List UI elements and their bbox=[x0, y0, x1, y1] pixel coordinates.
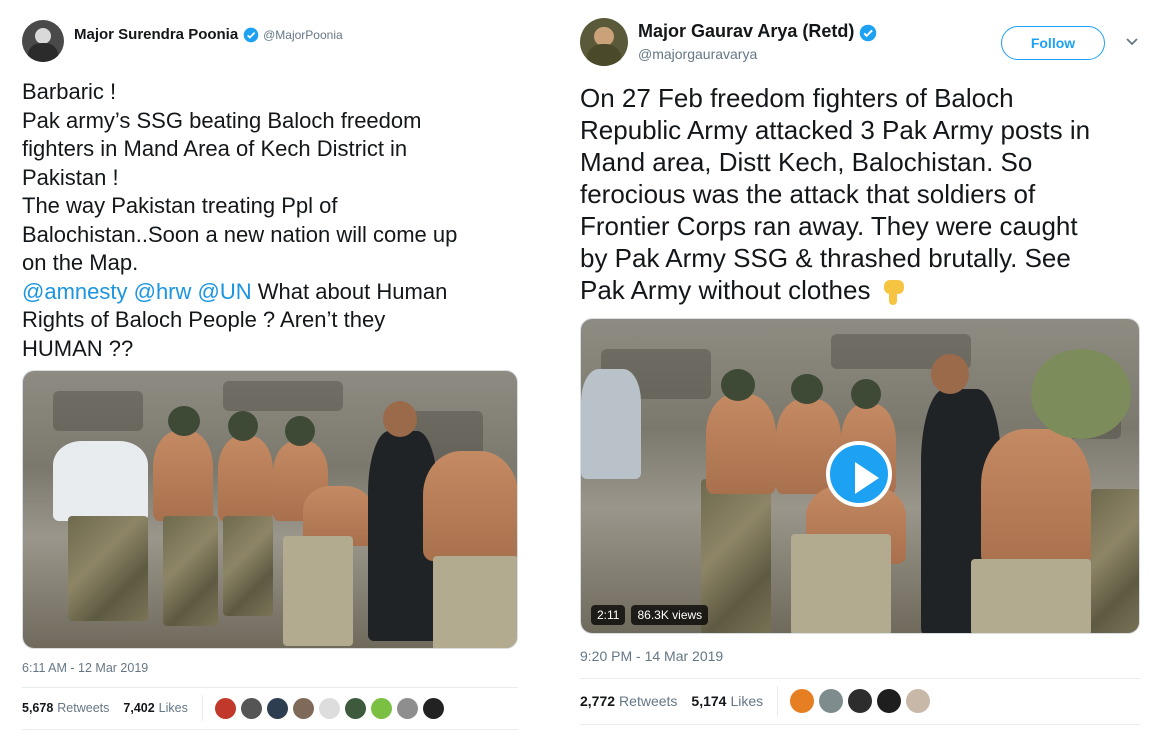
video-duration: 2:11 bbox=[591, 605, 626, 625]
tweet-text: Barbaric ! Pak army’s SSG beating Baloch… bbox=[22, 78, 532, 363]
liker-avatar[interactable] bbox=[819, 689, 844, 713]
tweet-text-line: Pak Army without clothes bbox=[580, 275, 871, 305]
verified-badge-icon bbox=[243, 27, 258, 43]
tweet-header: Major Surendra Poonia @MajorPoonia bbox=[22, 20, 343, 62]
divider bbox=[580, 724, 1140, 725]
tweet-stats: 2,772 Retweets 5,174 Likes bbox=[580, 686, 931, 716]
tweet-text-line: Balochistan..Soon a new nation will come… bbox=[22, 221, 458, 247]
tweet-text-line: What about Human bbox=[251, 278, 448, 304]
tweet-timestamp[interactable]: 6:11 AM - 12 Mar 2019 bbox=[22, 661, 148, 675]
chevron-down-icon[interactable] bbox=[1125, 37, 1139, 47]
tweet-text-line: Frontier Corps ran away. They were caugh… bbox=[580, 211, 1078, 241]
liker-avatar[interactable] bbox=[422, 697, 444, 719]
divider bbox=[580, 678, 1140, 679]
avatar[interactable] bbox=[580, 18, 628, 66]
retweets-count[interactable]: 5,678 bbox=[22, 701, 53, 715]
tweet-stats: 5,678 Retweets 7,402 Likes bbox=[22, 695, 444, 721]
follow-button[interactable]: Follow bbox=[1001, 26, 1105, 60]
tweet-text-line: fighters in Mand Area of Kech District i… bbox=[22, 136, 408, 161]
tweet-text-line: HUMAN ?? bbox=[22, 335, 134, 361]
avatar[interactable] bbox=[22, 20, 64, 62]
divider bbox=[22, 729, 518, 730]
tweet-timestamp[interactable]: 9:20 PM - 14 Mar 2019 bbox=[580, 648, 723, 664]
tweet-text-line: Republic Army attacked 3 Pak Army posts … bbox=[580, 115, 1091, 145]
play-icon bbox=[855, 462, 879, 494]
retweets-label[interactable]: Retweets bbox=[57, 701, 109, 715]
play-button[interactable] bbox=[826, 441, 892, 507]
liker-avatar[interactable] bbox=[370, 697, 392, 719]
tweet-text-line: Barbaric ! bbox=[22, 79, 117, 104]
likes-label[interactable]: Likes bbox=[159, 701, 188, 715]
pointing-down-icon bbox=[883, 280, 904, 306]
liker-avatars bbox=[214, 697, 444, 719]
liker-avatar[interactable] bbox=[344, 697, 366, 719]
tweet-header: Major Gaurav Arya (Retd) @majorgauravary… bbox=[580, 18, 877, 66]
tweet-text-line: ferocious was the attack that soldiers o… bbox=[580, 179, 1036, 209]
liker-avatar[interactable] bbox=[240, 697, 262, 719]
tweet-right: Major Gaurav Arya (Retd) @majorgauravary… bbox=[562, 0, 1164, 740]
retweets-label[interactable]: Retweets bbox=[619, 693, 677, 709]
tweet-text-line: On 27 Feb freedom fighters of Baloch bbox=[580, 83, 1014, 113]
divider bbox=[22, 687, 518, 688]
tweet-text: On 27 Feb freedom fighters of Baloch Rep… bbox=[580, 82, 1160, 307]
likes-label[interactable]: Likes bbox=[730, 693, 763, 709]
liker-avatar[interactable] bbox=[214, 697, 236, 719]
liker-avatar[interactable] bbox=[396, 697, 418, 719]
tweet-text-line: Pak army’s SSG beating Baloch freedom bbox=[22, 107, 422, 133]
liker-avatar[interactable] bbox=[877, 689, 902, 713]
tweet-text-line: on the Map. bbox=[22, 250, 139, 275]
tweet-text-line: Mand area, Distt Kech, Balochistan. So bbox=[580, 147, 1033, 177]
mention-link[interactable]: @hrw bbox=[134, 279, 192, 304]
handle[interactable]: @majorgauravarya bbox=[638, 46, 877, 62]
tweet-video[interactable]: 2:11 86.3K views bbox=[580, 318, 1140, 634]
tweet-text-line: Rights of Baloch People ? Aren’t they bbox=[22, 307, 386, 332]
verified-badge-icon bbox=[859, 24, 877, 42]
display-name[interactable]: Major Surendra Poonia bbox=[74, 26, 238, 43]
liker-avatars bbox=[790, 689, 931, 713]
tweet-text-line: Pakistan ! bbox=[22, 164, 119, 190]
retweets-count[interactable]: 2,772 bbox=[580, 693, 615, 709]
tweet-photo[interactable] bbox=[22, 370, 518, 649]
likes-count[interactable]: 7,402 bbox=[123, 701, 154, 715]
video-views: 86.3K views bbox=[631, 605, 709, 625]
handle[interactable]: @MajorPoonia bbox=[263, 28, 343, 42]
liker-avatar[interactable] bbox=[790, 689, 815, 713]
display-name[interactable]: Major Gaurav Arya (Retd) bbox=[638, 21, 854, 41]
liker-avatar[interactable] bbox=[848, 689, 873, 713]
tweet-text-line: by Pak Army SSG & thrashed brutally. See bbox=[580, 243, 1071, 273]
liker-avatar[interactable] bbox=[906, 689, 931, 713]
mention-link[interactable]: @amnesty bbox=[22, 279, 127, 304]
likes-count[interactable]: 5,174 bbox=[691, 693, 726, 709]
tweet-text-line: The way Pakistan treating Ppl of bbox=[22, 193, 338, 218]
mention-link[interactable]: @UN bbox=[198, 279, 252, 304]
liker-avatar[interactable] bbox=[318, 697, 340, 719]
liker-avatar[interactable] bbox=[292, 697, 314, 719]
liker-avatar[interactable] bbox=[266, 697, 288, 719]
tweet-left: Major Surendra Poonia @MajorPoonia Barba… bbox=[0, 0, 540, 740]
video-meta: 2:11 86.3K views bbox=[591, 605, 709, 625]
